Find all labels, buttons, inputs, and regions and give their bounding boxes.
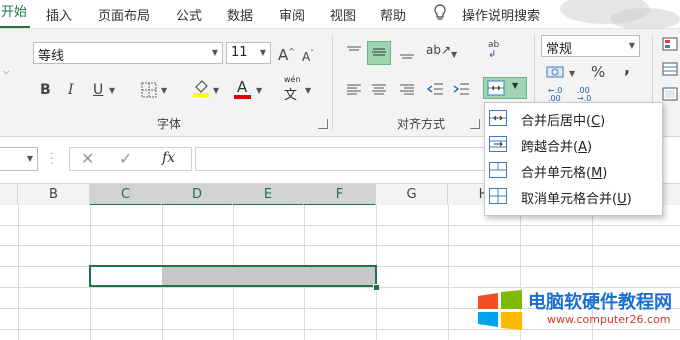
font-group-label: 字体 bbox=[157, 117, 182, 131]
align-center-icon[interactable] bbox=[371, 83, 387, 98]
tab-view[interactable]: 视图 bbox=[330, 5, 356, 24]
font-dialog-launcher[interactable] bbox=[318, 119, 328, 129]
fill-color-icon[interactable] bbox=[192, 78, 210, 101]
tab-home[interactable]: 开始 bbox=[0, 0, 30, 28]
column-header[interactable]: B bbox=[18, 184, 90, 205]
chevron-down-icon[interactable]: ▼ bbox=[161, 86, 167, 95]
conditional-format-icon[interactable] bbox=[662, 37, 678, 54]
orientation-icon[interactable]: ab↗ bbox=[426, 43, 451, 57]
format-table-icon[interactable] bbox=[662, 62, 678, 79]
chevron-down-icon[interactable]: ▼ bbox=[27, 154, 33, 163]
decrease-indent-icon[interactable] bbox=[426, 82, 444, 99]
grow-font-button[interactable]: A^ bbox=[278, 43, 295, 64]
font-size-box[interactable]: 11 ▼ bbox=[226, 42, 271, 64]
column-header[interactable]: G bbox=[376, 184, 448, 205]
windows-logo bbox=[476, 290, 524, 333]
column-header[interactable]: F bbox=[304, 184, 376, 206]
comma-button[interactable]: , bbox=[624, 59, 630, 77]
chevron-down-icon[interactable]: ▼ bbox=[512, 81, 518, 90]
phonetic-guide-button[interactable]: wén 文 bbox=[284, 75, 301, 103]
merge-across-icon bbox=[489, 136, 507, 152]
enter-button[interactable]: ✓ bbox=[119, 149, 132, 168]
lightbulb-icon bbox=[433, 4, 447, 25]
chevron-down-icon[interactable]: ▼ bbox=[451, 50, 457, 59]
shrink-font-button[interactable]: Aˇ bbox=[302, 45, 314, 66]
align-top-icon[interactable] bbox=[346, 45, 362, 62]
underline-button[interactable]: U bbox=[93, 81, 103, 99]
increase-indent-icon[interactable] bbox=[452, 82, 470, 99]
chevron-down-icon[interactable]: ▼ bbox=[256, 86, 262, 95]
align-left-icon[interactable] bbox=[346, 83, 362, 98]
column-header-a[interactable] bbox=[0, 184, 18, 205]
formula-controls: ✕ ✓ fx bbox=[69, 147, 192, 171]
align-bottom-icon[interactable] bbox=[399, 47, 415, 64]
chevron-down-icon[interactable]: ▼ bbox=[212, 48, 218, 57]
tab-data[interactable]: 数据 bbox=[227, 5, 253, 24]
font-name-box[interactable]: 等线 ▼ bbox=[33, 42, 223, 64]
column-header[interactable]: E bbox=[233, 184, 304, 206]
tab-insert[interactable]: 插入 bbox=[46, 5, 72, 24]
align-middle-button[interactable] bbox=[367, 41, 391, 65]
grip-icon: · · · bbox=[50, 147, 54, 170]
chevron-down-icon[interactable]: ▼ bbox=[305, 86, 311, 95]
menu-item-merge-cells[interactable]: 合并单元格(M) bbox=[485, 158, 660, 184]
fill-handle[interactable] bbox=[373, 284, 380, 291]
ribbon-tab-bar: 开始 插入 页面布局 公式 数据 审阅 视图 帮助 操作说明搜索 bbox=[0, 0, 680, 30]
merge-cells-icon bbox=[489, 162, 507, 178]
menu-item-merge-across[interactable]: 跨越合并(A) bbox=[485, 132, 660, 158]
cancel-button[interactable]: ✕ bbox=[81, 149, 94, 168]
tab-formulas[interactable]: 公式 bbox=[176, 5, 202, 24]
wrap-text-button[interactable]: ab ↲ bbox=[488, 41, 499, 60]
align-right-icon[interactable] bbox=[399, 83, 415, 98]
currency-icon[interactable] bbox=[546, 64, 566, 83]
percent-button[interactable]: % bbox=[591, 63, 605, 81]
number-format-value: 常规 bbox=[546, 42, 573, 57]
alignment-dialog-launcher[interactable] bbox=[470, 119, 480, 129]
tab-page-layout[interactable]: 页面布局 bbox=[98, 5, 150, 24]
number-format-box[interactable]: 常规 ▼ bbox=[541, 35, 640, 57]
insert-function-button[interactable]: fx bbox=[162, 150, 175, 166]
watermark-url: www.computer26.com bbox=[547, 313, 671, 326]
watermark-title: 电脑软硬件教程网 bbox=[528, 292, 672, 313]
formula-input[interactable] bbox=[195, 147, 485, 171]
menu-item-unmerge-cells[interactable]: 取消单元格合并(U) bbox=[485, 184, 660, 210]
chevron-down-icon[interactable]: ▼ bbox=[629, 41, 635, 50]
chevron-down-icon[interactable]: ⌵ bbox=[3, 67, 9, 77]
menu-item-merge-center[interactable]: 合并后居中(C) bbox=[485, 106, 660, 132]
chevron-down-icon[interactable]: ▼ bbox=[109, 86, 115, 95]
column-header[interactable]: C bbox=[90, 184, 162, 206]
cell-styles-icon[interactable] bbox=[662, 87, 678, 104]
tab-review[interactable]: 审阅 bbox=[279, 5, 305, 24]
font-name-value: 等线 bbox=[38, 49, 65, 64]
tell-me-search[interactable]: 操作说明搜索 bbox=[462, 5, 540, 24]
column-header[interactable]: D bbox=[162, 184, 233, 206]
name-box[interactable]: ▼ bbox=[0, 147, 38, 171]
increase-decimal-button[interactable]: ←.0.00 bbox=[548, 87, 562, 103]
tab-help[interactable]: 帮助 bbox=[380, 5, 406, 24]
chevron-down-icon[interactable]: ▼ bbox=[213, 86, 219, 95]
alignment-group-label: 对齐方式 bbox=[397, 117, 446, 131]
chevron-down-icon[interactable]: ▼ bbox=[260, 48, 266, 57]
merge-center-icon bbox=[489, 110, 507, 126]
chevron-down-icon[interactable]: ▼ bbox=[569, 69, 575, 78]
italic-button[interactable]: I bbox=[68, 81, 74, 99]
border-icon[interactable] bbox=[141, 82, 157, 101]
merge-center-button[interactable]: ▼ bbox=[483, 77, 527, 99]
font-size-value: 11 bbox=[231, 45, 248, 60]
merge-dropdown-menu: 合并后居中(C) 跨越合并(A) 合并单元格(M) 取消单元格合并(U) bbox=[484, 102, 663, 216]
unmerge-cells-icon bbox=[489, 188, 507, 204]
selected-range[interactable] bbox=[89, 265, 377, 287]
bold-button[interactable]: B bbox=[40, 81, 51, 99]
decrease-decimal-button[interactable]: .00 →.0 bbox=[577, 87, 591, 103]
